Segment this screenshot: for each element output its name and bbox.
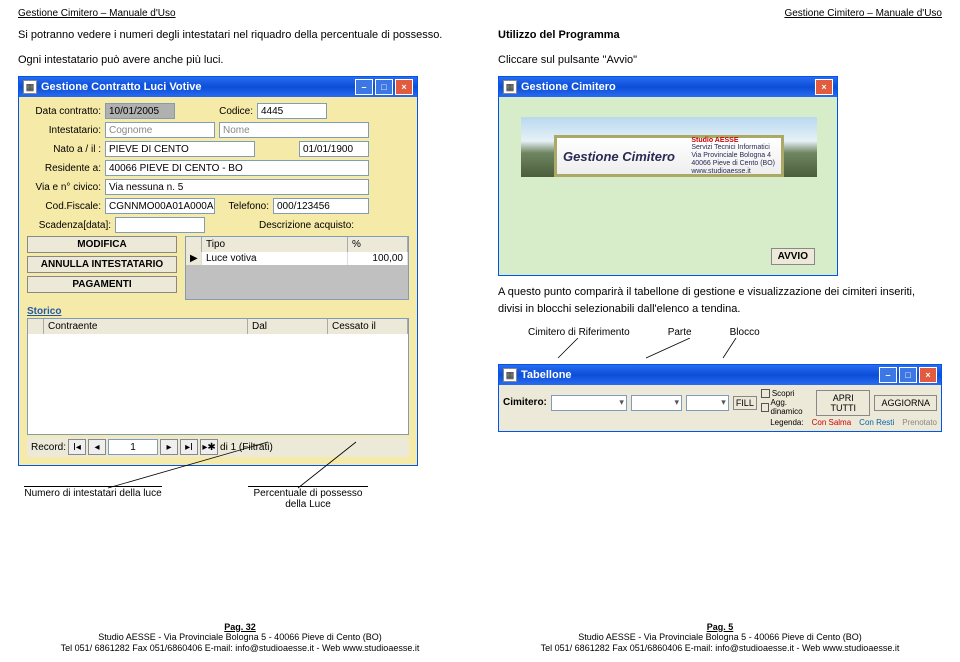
- lbl-scad: Scadenza[data]:: [27, 220, 111, 231]
- right-h1: Utilizzo del Programma: [498, 27, 942, 44]
- left-body: Si potranno vedere i numeri degli intest…: [18, 27, 462, 68]
- gc-perc[interactable]: 100,00: [348, 252, 408, 265]
- lbl-nato: Nato a / il :: [27, 144, 101, 155]
- right-h2: Cliccare sul pulsante "Avvio": [498, 52, 942, 69]
- tabellone-titlebar[interactable]: ▦ Tabellone – □ ×: [499, 365, 941, 385]
- lbl-tel: Telefono:: [219, 201, 269, 212]
- tabellone-icon: ▦: [503, 368, 517, 382]
- annulla-button[interactable]: ANNULLA INTESTATARIO: [27, 256, 177, 273]
- chk-aggdin[interactable]: Agg. dinamico: [761, 398, 812, 416]
- lbl-cf: Cod.Fiscale:: [27, 201, 101, 212]
- contract-title: Gestione Contratto Luci Votive: [41, 81, 202, 93]
- fld-cf[interactable]: CGNNMO00A01A000A: [105, 198, 215, 214]
- minimize-button[interactable]: –: [355, 79, 373, 95]
- fld-res[interactable]: 40066 PIEVE DI CENTO - BO: [105, 160, 369, 176]
- lbl-int: Intestatario:: [27, 125, 101, 136]
- fld-nato-il[interactable]: 01/01/1900: [299, 141, 369, 157]
- tag-cim: Cimitero di Riferimento: [528, 327, 630, 338]
- annotation-arrows-left: [18, 438, 458, 498]
- fld-cognome[interactable]: Cognome: [105, 122, 215, 138]
- fld-nome[interactable]: Nome: [219, 122, 369, 138]
- contract-titlebar[interactable]: ▦ Gestione Contratto Luci Votive – □ ×: [19, 77, 417, 97]
- app-icon: ▦: [23, 80, 37, 94]
- right-body: Utilizzo del Programma Cliccare sul puls…: [498, 27, 942, 68]
- tabellone-min-button[interactable]: –: [879, 367, 897, 383]
- launch-title: Gestione Cimitero: [521, 81, 616, 93]
- gh-tipo: Tipo: [202, 237, 348, 252]
- gc-tipo[interactable]: Luce votiva: [202, 252, 348, 265]
- tabellone-window: ▦ Tabellone – □ × Cimitero: FILL Sco: [498, 364, 942, 432]
- fld-tel[interactable]: 000/123456: [273, 198, 369, 214]
- launch-icon: ▦: [503, 80, 517, 94]
- fld-via[interactable]: Via nessuna n. 5: [105, 179, 369, 195]
- lbl-cim: Cimitero:: [503, 397, 547, 408]
- lbl-desc: Descrizione acquisto:: [259, 220, 354, 231]
- chk-scopri[interactable]: Scopri: [761, 389, 812, 398]
- lbl-res: Residente a:: [27, 163, 101, 174]
- tabellone-close-button[interactable]: ×: [919, 367, 937, 383]
- footer-right: Pag. 5 Studio AESSE - Via Provinciale Bo…: [480, 622, 960, 654]
- gh-perc: %: [348, 237, 408, 252]
- combo-blocco[interactable]: [686, 395, 729, 411]
- lbl-storico: Storico: [27, 306, 409, 317]
- launch-titlebar[interactable]: ▦ Gestione Cimitero ×: [499, 77, 837, 97]
- annotation-arrows-right: [498, 338, 938, 360]
- left-p1: Si potranno vedere i numeri degli intest…: [18, 27, 462, 44]
- tabellone-legend: Legenda: Con Salma Con Resti Prenotato: [503, 418, 937, 427]
- tabellone-title: Tabellone: [521, 369, 572, 381]
- tabellone-max-button[interactable]: □: [899, 367, 917, 383]
- contract-window: ▦ Gestione Contratto Luci Votive – □ × D…: [18, 76, 418, 466]
- modifica-button[interactable]: MODIFICA: [27, 236, 177, 253]
- aggiorna-button[interactable]: AGGIORNA: [874, 395, 937, 411]
- close-button[interactable]: ×: [395, 79, 413, 95]
- right-p1: A questo punto comparirà il tabellone di…: [498, 284, 942, 317]
- apri-tutti-button[interactable]: APRI TUTTI: [816, 390, 871, 416]
- tag-blocco: Blocco: [730, 327, 760, 338]
- doc-title-left: Gestione Cimitero – Manuale d'Uso: [18, 8, 176, 19]
- fill-button[interactable]: FILL: [733, 396, 757, 410]
- left-p2: Ogni intestatario può avere anche più lu…: [18, 52, 462, 69]
- combo-cimitero[interactable]: [551, 395, 627, 411]
- lbl-codice: Codice:: [209, 106, 253, 117]
- tag-parte: Parte: [668, 327, 692, 338]
- fld-data[interactable]: 10/01/2005: [105, 103, 175, 119]
- maximize-button[interactable]: □: [375, 79, 393, 95]
- gh-contraente: Contraente: [44, 319, 248, 334]
- fld-codice[interactable]: 4445: [257, 103, 327, 119]
- combo-parte[interactable]: [631, 395, 682, 411]
- lbl-data: Data contratto:: [27, 106, 101, 117]
- fld-nato-a[interactable]: PIEVE DI CENTO: [105, 141, 255, 157]
- brand-name: Gestione Cimitero: [563, 149, 675, 164]
- doc-title-right: Gestione Cimitero – Manuale d'Uso: [784, 8, 942, 19]
- launch-window: ▦ Gestione Cimitero × Gestione Cimitero …: [498, 76, 838, 276]
- footer-left: Pag. 32 Studio AESSE - Via Provinciale B…: [0, 622, 480, 654]
- launch-photo: Gestione Cimitero Studio AESSE Servizi T…: [521, 117, 817, 177]
- pagamenti-button[interactable]: PAGAMENTI: [27, 276, 177, 293]
- fld-scad[interactable]: [115, 217, 205, 233]
- lbl-via: Via e n° civico:: [27, 182, 101, 193]
- gh-cessato: Cessato il: [328, 319, 408, 334]
- avvio-button[interactable]: AVVIO: [771, 248, 815, 265]
- gh-dal: Dal: [248, 319, 328, 334]
- launch-close-button[interactable]: ×: [815, 79, 833, 95]
